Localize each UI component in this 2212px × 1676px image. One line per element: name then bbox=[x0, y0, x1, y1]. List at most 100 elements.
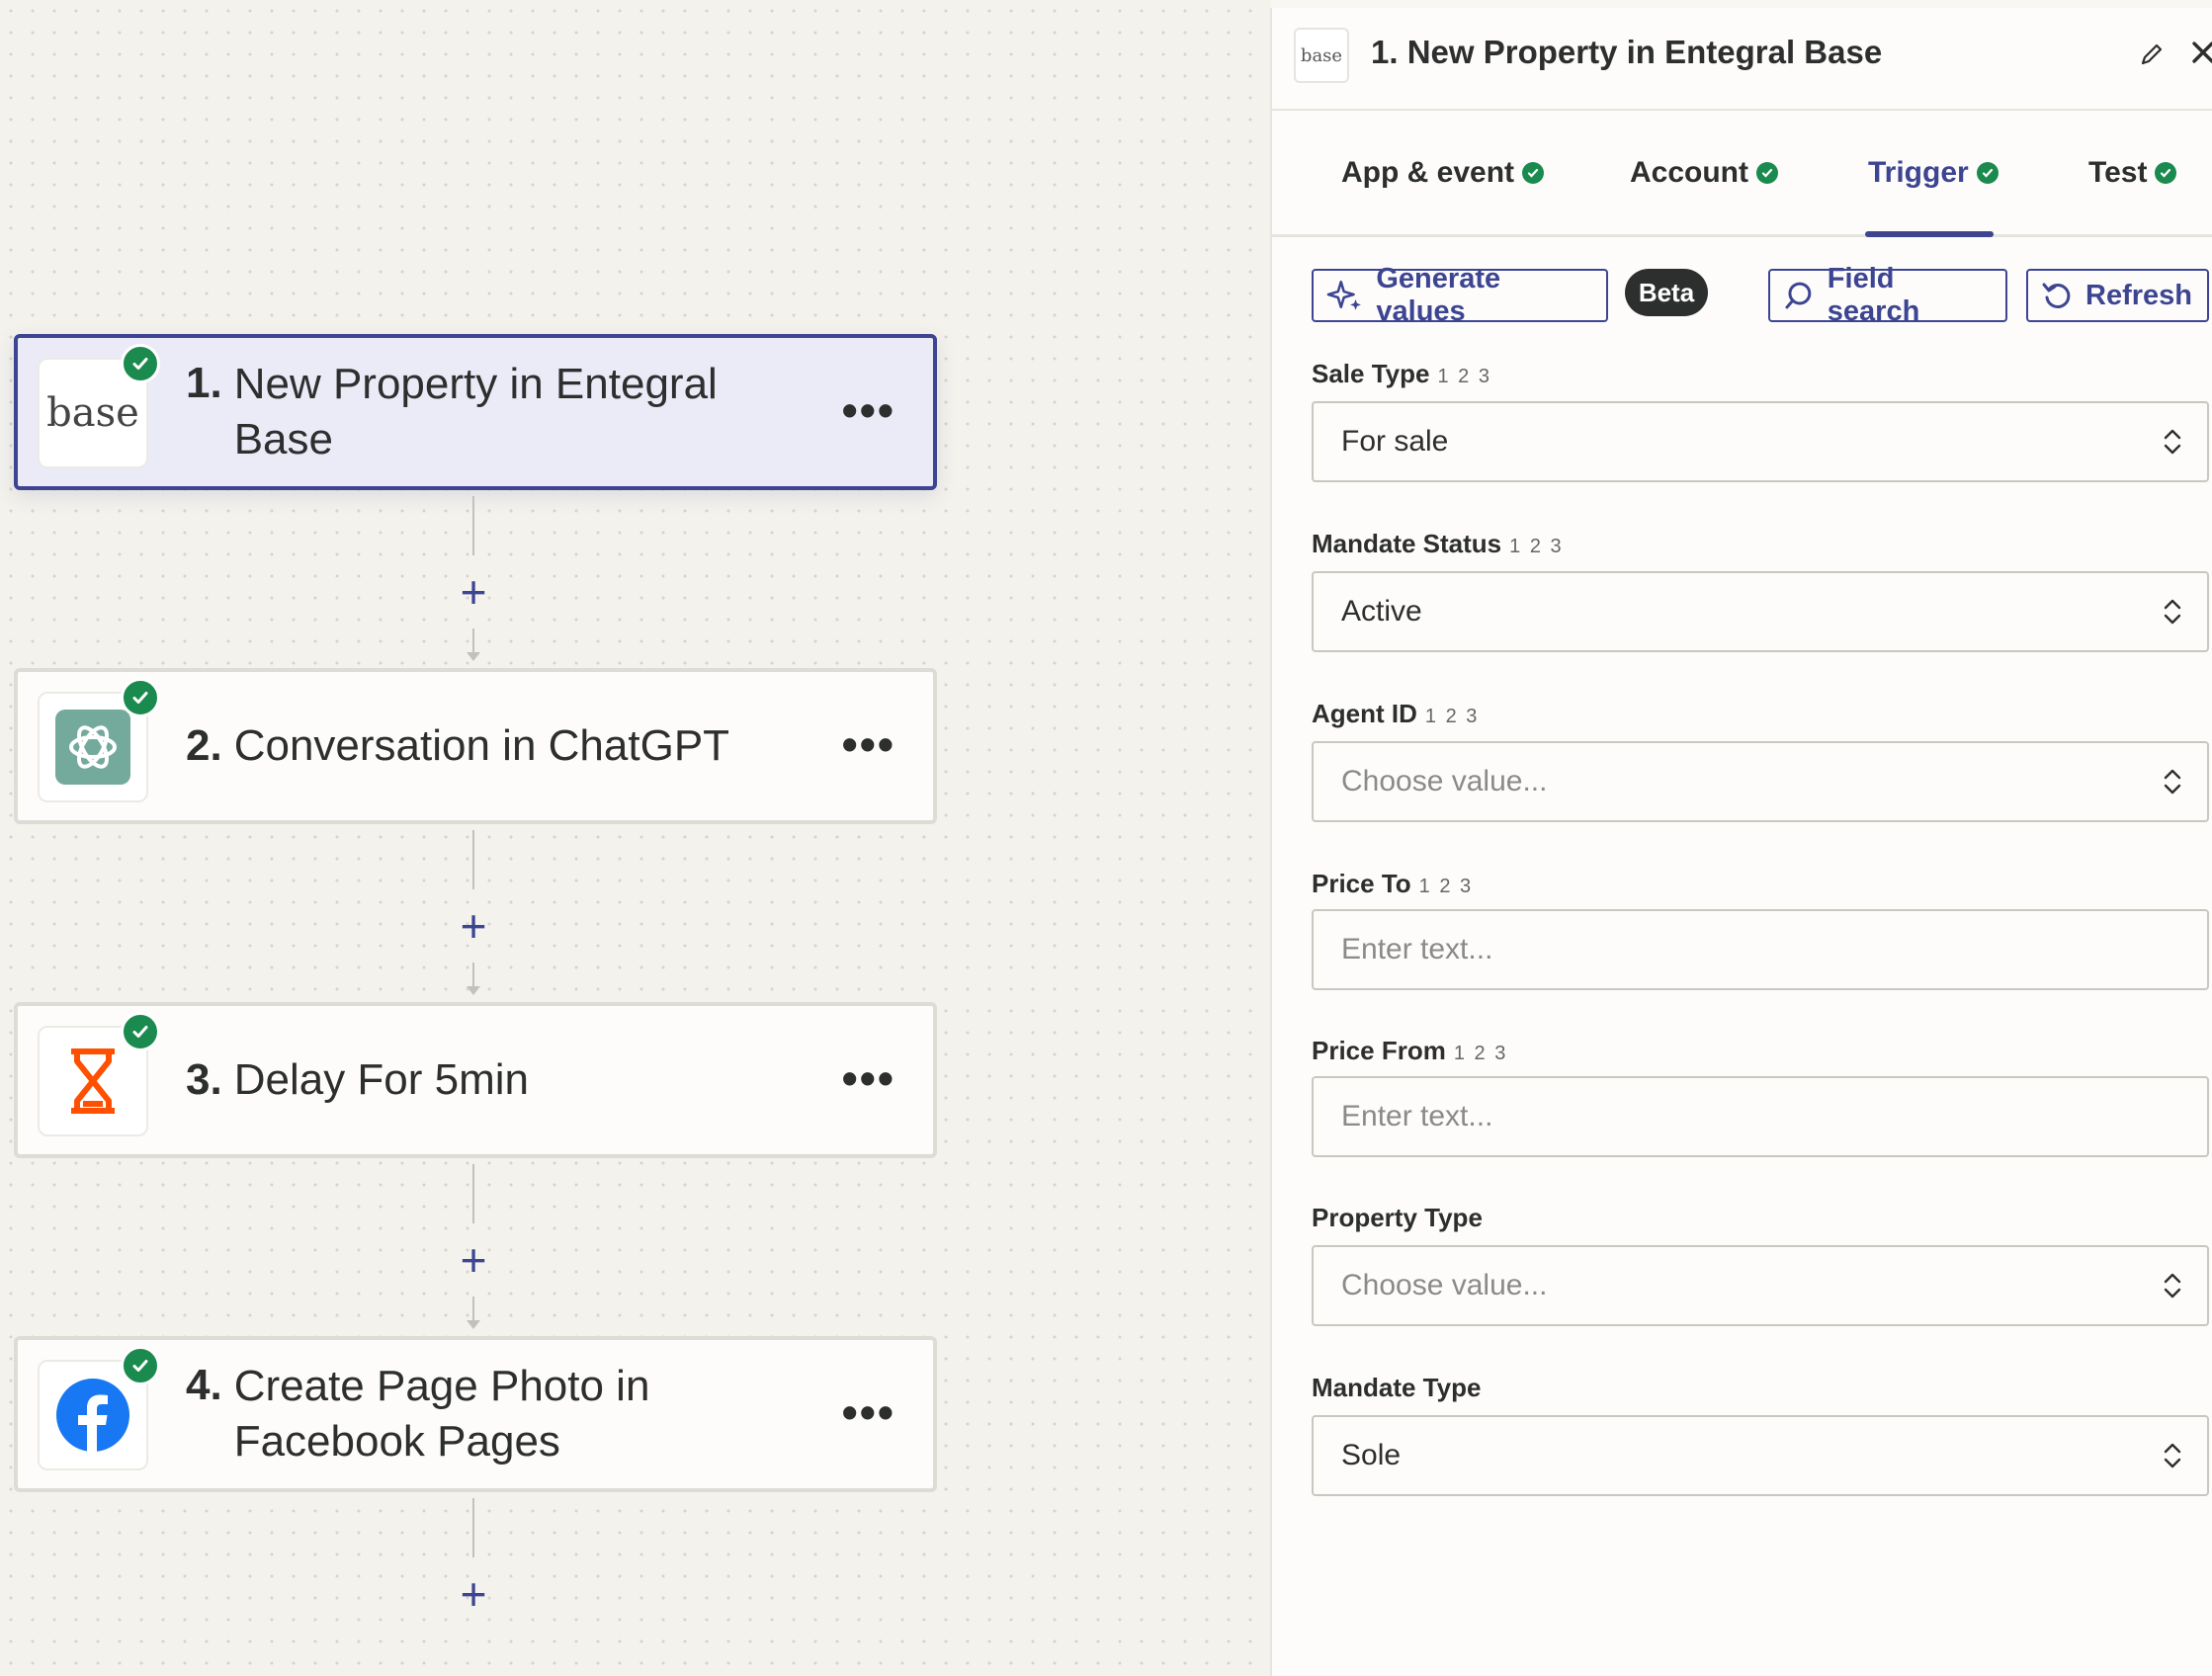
label-text: Price From bbox=[1312, 1036, 1446, 1065]
workflow-canvas[interactable]: base 1. New Property in Entegral Base ••… bbox=[0, 0, 1270, 1676]
mandate-type-select[interactable]: Sole bbox=[1312, 1415, 2209, 1496]
add-step-button[interactable]: + bbox=[453, 1237, 494, 1283]
mandate-status-select[interactable]: Active bbox=[1312, 571, 2209, 652]
tab-label: Account bbox=[1630, 156, 1748, 189]
tab-label: App & event bbox=[1341, 156, 1515, 189]
step-label: Delay For 5min bbox=[233, 1055, 530, 1104]
field-label-sale-type: Sale Type 1 2 3 bbox=[1312, 359, 1491, 389]
step-label: New Property in Entegral Base bbox=[233, 360, 718, 463]
step-title: 4. Create Page Photo in Facebook Pages bbox=[186, 1340, 824, 1488]
beta-badge: Beta bbox=[1625, 269, 1708, 316]
step-more-menu-icon[interactable]: ••• bbox=[842, 721, 895, 767]
field-search-button[interactable]: Field search bbox=[1768, 263, 2007, 327]
panel-tabs: App & event Account Trigger Test bbox=[1272, 111, 2212, 237]
button-label: Generate values bbox=[1376, 263, 1501, 327]
tab-label: Trigger bbox=[1868, 156, 1969, 189]
chevron-up-down-icon bbox=[2164, 1443, 2181, 1468]
tab-trigger[interactable]: Trigger bbox=[1868, 156, 1999, 190]
select-value: Active bbox=[1341, 595, 1422, 628]
tab-account[interactable]: Account bbox=[1630, 156, 1778, 190]
field-hint: 1 2 3 bbox=[1509, 536, 1564, 557]
step-number: 1. bbox=[186, 359, 222, 407]
step-more-menu-icon[interactable]: ••• bbox=[842, 1055, 895, 1101]
price-to-field[interactable] bbox=[1312, 909, 2209, 990]
field-hint: 1 2 3 bbox=[1418, 876, 1474, 897]
step-number: 3. bbox=[186, 1055, 222, 1104]
field-label-price-from: Price From 1 2 3 bbox=[1312, 1036, 1507, 1066]
field-hint: 1 2 3 bbox=[1453, 1043, 1508, 1064]
add-step-button[interactable]: + bbox=[453, 569, 494, 615]
step-label: Conversation in ChatGPT bbox=[233, 721, 730, 770]
tab-test[interactable]: Test bbox=[2088, 156, 2177, 190]
step-card-3[interactable]: 3. Delay For 5min ••• bbox=[14, 1002, 937, 1158]
label-text: Sale Type bbox=[1312, 359, 1430, 388]
step-number: 4. bbox=[186, 1361, 222, 1409]
label-text: Mandate Type bbox=[1312, 1373, 1482, 1402]
chevron-up-down-icon bbox=[2164, 429, 2181, 455]
step-more-menu-icon[interactable]: ••• bbox=[842, 387, 895, 433]
tab-app-event[interactable]: App & event bbox=[1341, 156, 1545, 190]
tab-label: Test bbox=[2088, 156, 2148, 189]
price-from-input[interactable] bbox=[1341, 1100, 2179, 1133]
step-title: 1. New Property in Entegral Base bbox=[186, 338, 824, 486]
sparkle-icon bbox=[1326, 280, 1361, 310]
active-tab-indicator bbox=[1865, 231, 1994, 237]
select-placeholder: Choose value... bbox=[1341, 1269, 1548, 1301]
label-text: Agent ID bbox=[1312, 699, 1417, 728]
chevron-up-down-icon bbox=[2164, 1273, 2181, 1299]
step-card-2[interactable]: 2. Conversation in ChatGPT ••• bbox=[14, 668, 937, 824]
search-icon bbox=[1785, 282, 1812, 309]
step-card-1[interactable]: base 1. New Property in Entegral Base ••… bbox=[14, 334, 937, 490]
connector-line bbox=[472, 628, 474, 652]
select-placeholder: Choose value... bbox=[1341, 765, 1548, 797]
price-to-input[interactable] bbox=[1341, 933, 2179, 966]
step-title: 2. Conversation in ChatGPT bbox=[186, 672, 824, 820]
connector-line bbox=[472, 1297, 474, 1320]
pencil-icon[interactable] bbox=[2137, 40, 2167, 69]
connector-line bbox=[472, 496, 474, 555]
step-title: 3. Delay For 5min bbox=[186, 1006, 824, 1154]
success-check-icon bbox=[1756, 162, 1778, 184]
step-label: Create Page Photo in Facebook Pages bbox=[233, 1362, 650, 1466]
chevron-up-down-icon bbox=[2164, 599, 2181, 625]
select-value: Sole bbox=[1341, 1439, 1402, 1471]
field-label-mandate-status: Mandate Status 1 2 3 bbox=[1312, 529, 1564, 559]
step-number: 2. bbox=[186, 721, 222, 770]
property-type-select[interactable]: Choose value... bbox=[1312, 1245, 2209, 1326]
generate-values-button[interactable]: Generate values bbox=[1312, 263, 1608, 327]
button-label: Refresh bbox=[2085, 279, 2192, 311]
base-logo-text: base bbox=[46, 390, 139, 436]
field-hint: 1 2 3 bbox=[1437, 366, 1491, 387]
success-check-icon bbox=[1976, 162, 1999, 184]
base-logo-text: base bbox=[1300, 44, 1343, 66]
connector-line bbox=[472, 1498, 474, 1557]
field-label-property-type: Property Type bbox=[1312, 1203, 1483, 1233]
add-step-button[interactable]: + bbox=[453, 903, 494, 949]
label-text: Price To bbox=[1312, 869, 1411, 898]
label-text: Mandate Status bbox=[1312, 529, 1502, 558]
agent-id-select[interactable]: Choose value... bbox=[1312, 741, 2209, 822]
step-card-4[interactable]: 4. Create Page Photo in Facebook Pages •… bbox=[14, 1336, 937, 1492]
field-hint: 1 2 3 bbox=[1424, 706, 1480, 727]
base-logo-icon: base bbox=[1294, 28, 1349, 83]
close-icon[interactable] bbox=[2186, 36, 2212, 69]
add-step-button[interactable]: + bbox=[453, 1571, 494, 1617]
connector-line bbox=[472, 830, 474, 889]
connector-arrow-icon bbox=[467, 652, 480, 661]
button-label: Field search bbox=[1827, 263, 1920, 327]
panel-header: base 1. New Property in Entegral Base bbox=[1272, 8, 2212, 111]
panel-title: 1. New Property in Entegral Base bbox=[1371, 34, 1883, 70]
refresh-icon bbox=[2042, 283, 2071, 308]
refresh-button[interactable]: Refresh bbox=[2026, 269, 2209, 322]
success-check-icon bbox=[121, 1346, 160, 1385]
success-check-icon bbox=[121, 344, 160, 383]
connector-line bbox=[472, 1164, 474, 1223]
label-text: Property Type bbox=[1312, 1203, 1483, 1232]
price-from-field[interactable] bbox=[1312, 1076, 2209, 1157]
select-value: For sale bbox=[1341, 425, 1449, 458]
field-label-mandate-type: Mandate Type bbox=[1312, 1373, 1481, 1403]
field-label-agent-id: Agent ID 1 2 3 bbox=[1312, 699, 1479, 729]
step-more-menu-icon[interactable]: ••• bbox=[842, 1389, 895, 1435]
sale-type-select[interactable]: For sale bbox=[1312, 401, 2209, 482]
success-check-icon bbox=[121, 678, 160, 717]
